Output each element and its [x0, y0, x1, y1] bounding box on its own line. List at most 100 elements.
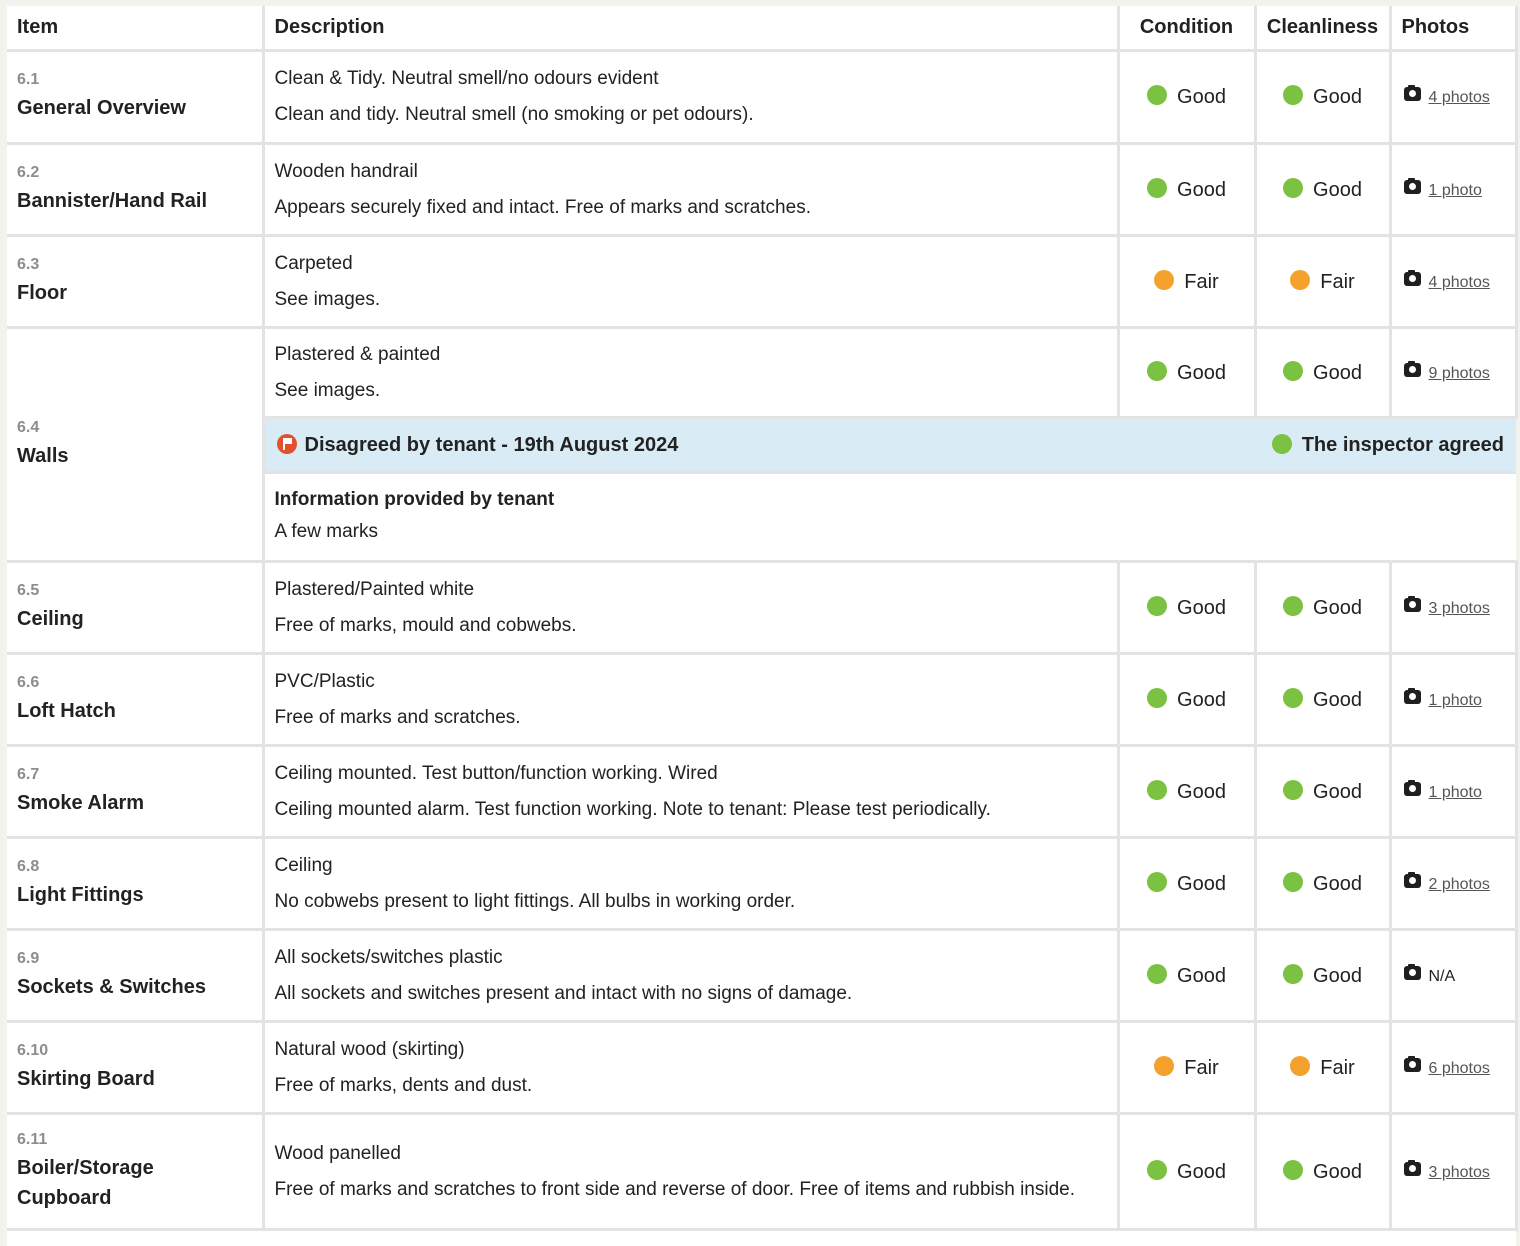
- cleanliness-value: Good: [1313, 872, 1362, 895]
- item-name: Boiler/Storage Cupboard: [17, 1156, 154, 1209]
- item-name: General Overview: [17, 97, 186, 119]
- item-number: 6.6: [17, 673, 40, 691]
- camera-icon: [1403, 687, 1421, 704]
- cleanliness-cell: Good: [1253, 142, 1392, 237]
- condition-cell: Good: [1116, 49, 1257, 145]
- rating-dot-icon: [1283, 177, 1304, 198]
- condition-value: Good: [1177, 178, 1226, 201]
- cleanliness-cell: Good: [1253, 49, 1392, 145]
- item-cell: 6.4 Walls: [7, 326, 265, 563]
- description-line-1: Carpeted: [274, 252, 353, 274]
- description-line-1: Plastered/Painted white: [274, 578, 475, 600]
- condition-value: Good: [1177, 361, 1226, 384]
- description-line-1: PVC/Plastic: [274, 670, 375, 692]
- rating-dot-icon: [1290, 1055, 1311, 1076]
- item-cell: 6.11 Boiler/Storage Cupboard: [7, 1112, 265, 1231]
- photos-link[interactable]: 4 photos: [1429, 274, 1490, 291]
- description-cell: Ceiling mounted. Test button/function wo…: [261, 744, 1120, 839]
- dispute-separator: -: [495, 433, 514, 456]
- photos-link[interactable]: 1 photo: [1429, 692, 1482, 709]
- description-cell: Clean & Tidy. Neutral smell/no odours ev…: [261, 49, 1120, 145]
- camera-icon: [1403, 85, 1421, 101]
- header-description: Description: [261, 6, 1120, 52]
- camera-icon: [1403, 871, 1421, 888]
- rating-dot-icon: [1283, 779, 1304, 800]
- flag-icon: [276, 433, 297, 454]
- rating-dot-icon: [1283, 85, 1304, 105]
- rating-dot-icon: [1147, 177, 1168, 198]
- cleanliness-value: Fair: [1320, 1056, 1355, 1079]
- cleanliness-value: Good: [1313, 596, 1362, 619]
- cleanliness-cell: Good: [1253, 560, 1392, 655]
- rating-dot-icon: [1147, 963, 1168, 984]
- condition-value: Good: [1177, 780, 1226, 803]
- condition-value: Good: [1177, 872, 1226, 895]
- condition-cell: Good: [1116, 1112, 1257, 1231]
- photos-cell: 6 photos: [1388, 1020, 1518, 1115]
- description-line-1: Ceiling: [274, 854, 333, 876]
- photos-link[interactable]: 2 photos: [1429, 876, 1490, 893]
- rating-dot-icon: [1290, 269, 1311, 290]
- header-cleanliness: Cleanliness: [1253, 6, 1392, 52]
- table-row: 6.10 Skirting Board Natural wood (skirting…: [7, 1020, 1518, 1115]
- item-number: 6.8: [17, 857, 40, 875]
- camera-icon: [1403, 360, 1421, 377]
- table-row: 6.8 Light Fittings Ceiling No cobwebs prese…: [7, 836, 1518, 931]
- camera-icon: [1403, 595, 1421, 612]
- item-cell: 6.9 Sockets & Switches: [7, 928, 265, 1023]
- cleanliness-cell: Good: [1253, 652, 1392, 747]
- photos-link[interactable]: 3 photos: [1429, 1164, 1490, 1181]
- rating-dot-icon: [1283, 871, 1304, 892]
- description-cell: Ceiling No cobwebs present to light fitti…: [261, 836, 1120, 931]
- description-line-2: See images.: [274, 288, 381, 310]
- item-number: 6.5: [17, 581, 40, 599]
- rating-dot-icon: [1147, 595, 1168, 616]
- table-row: 6.11 Boiler/Storage Cupboard Wood panelled…: [7, 1112, 1518, 1231]
- cleanliness-cell: Good: [1253, 326, 1392, 419]
- rating-dot-icon: [1154, 269, 1175, 290]
- condition-cell: Good: [1116, 326, 1257, 419]
- header-condition: Condition: [1116, 6, 1257, 52]
- item-cell: 6.10 Skirting Board: [7, 1020, 265, 1115]
- table-row: 6.6 Loft Hatch PVC/Plastic Free of marks an…: [7, 652, 1518, 747]
- description-cell: Plastered/Painted white Free of marks, mo…: [261, 560, 1120, 655]
- condition-cell: Fair: [1116, 234, 1257, 329]
- item-name: Loft Hatch: [17, 699, 116, 722]
- inventory-table-panel: Item Description Condition Cleanliness P…: [7, 6, 1518, 1246]
- description-line-1: Ceiling mounted. Test button/function wo…: [274, 762, 718, 784]
- description-cell: Natural wood (skirting) Free of marks, de…: [261, 1020, 1120, 1115]
- condition-cell: Good: [1116, 652, 1257, 747]
- photos-link[interactable]: 1 photo: [1429, 182, 1482, 199]
- photos-link[interactable]: 4 photos: [1429, 89, 1490, 106]
- description-line-2: No cobwebs present to light fittings. Al…: [274, 890, 796, 912]
- photos-link[interactable]: 6 photos: [1429, 1060, 1490, 1077]
- rating-dot-icon: [1283, 595, 1304, 616]
- item-name: Ceiling: [17, 607, 84, 630]
- photos-cell: 4 photos: [1388, 234, 1518, 329]
- cleanliness-cell: Good: [1253, 744, 1392, 839]
- item-name: Floor: [17, 281, 67, 304]
- rating-dot-icon: [1283, 360, 1304, 381]
- photos-link[interactable]: 1 photo: [1429, 784, 1482, 801]
- description-cell: All sockets/switches plastic All sockets …: [261, 928, 1120, 1023]
- table-row: 6.3 Floor Carpeted See images. Fair Fair 4 pho…: [7, 234, 1518, 329]
- cleanliness-cell: Good: [1253, 1112, 1392, 1231]
- description-line-2: Free of marks and scratches to front sid…: [274, 1178, 1076, 1200]
- description-line-2: See images.: [274, 379, 381, 401]
- table-row: 6.7 Smoke Alarm Ceiling mounted. Test butt…: [7, 744, 1518, 839]
- photos-link[interactable]: 3 photos: [1429, 600, 1490, 617]
- condition-cell: Good: [1116, 928, 1257, 1023]
- photos-cell: 1 photo: [1388, 652, 1518, 747]
- cleanliness-cell: Good: [1253, 928, 1392, 1023]
- item-name: Bannister/Hand Rail: [17, 189, 208, 212]
- description-cell: Carpeted See images.: [261, 234, 1120, 329]
- tenant-info-title: Information provided by tenant: [274, 489, 555, 510]
- item-cell: 6.6 Loft Hatch: [7, 652, 265, 747]
- condition-cell: Good: [1116, 142, 1257, 237]
- photos-cell: 1 photo: [1388, 142, 1518, 237]
- item-cell: 6.8 Light Fittings: [7, 836, 265, 931]
- photos-cell: 9 photos: [1388, 326, 1518, 419]
- photos-link[interactable]: 9 photos: [1429, 365, 1490, 382]
- rating-dot-icon: [1283, 963, 1304, 984]
- camera-icon: [1403, 1055, 1421, 1072]
